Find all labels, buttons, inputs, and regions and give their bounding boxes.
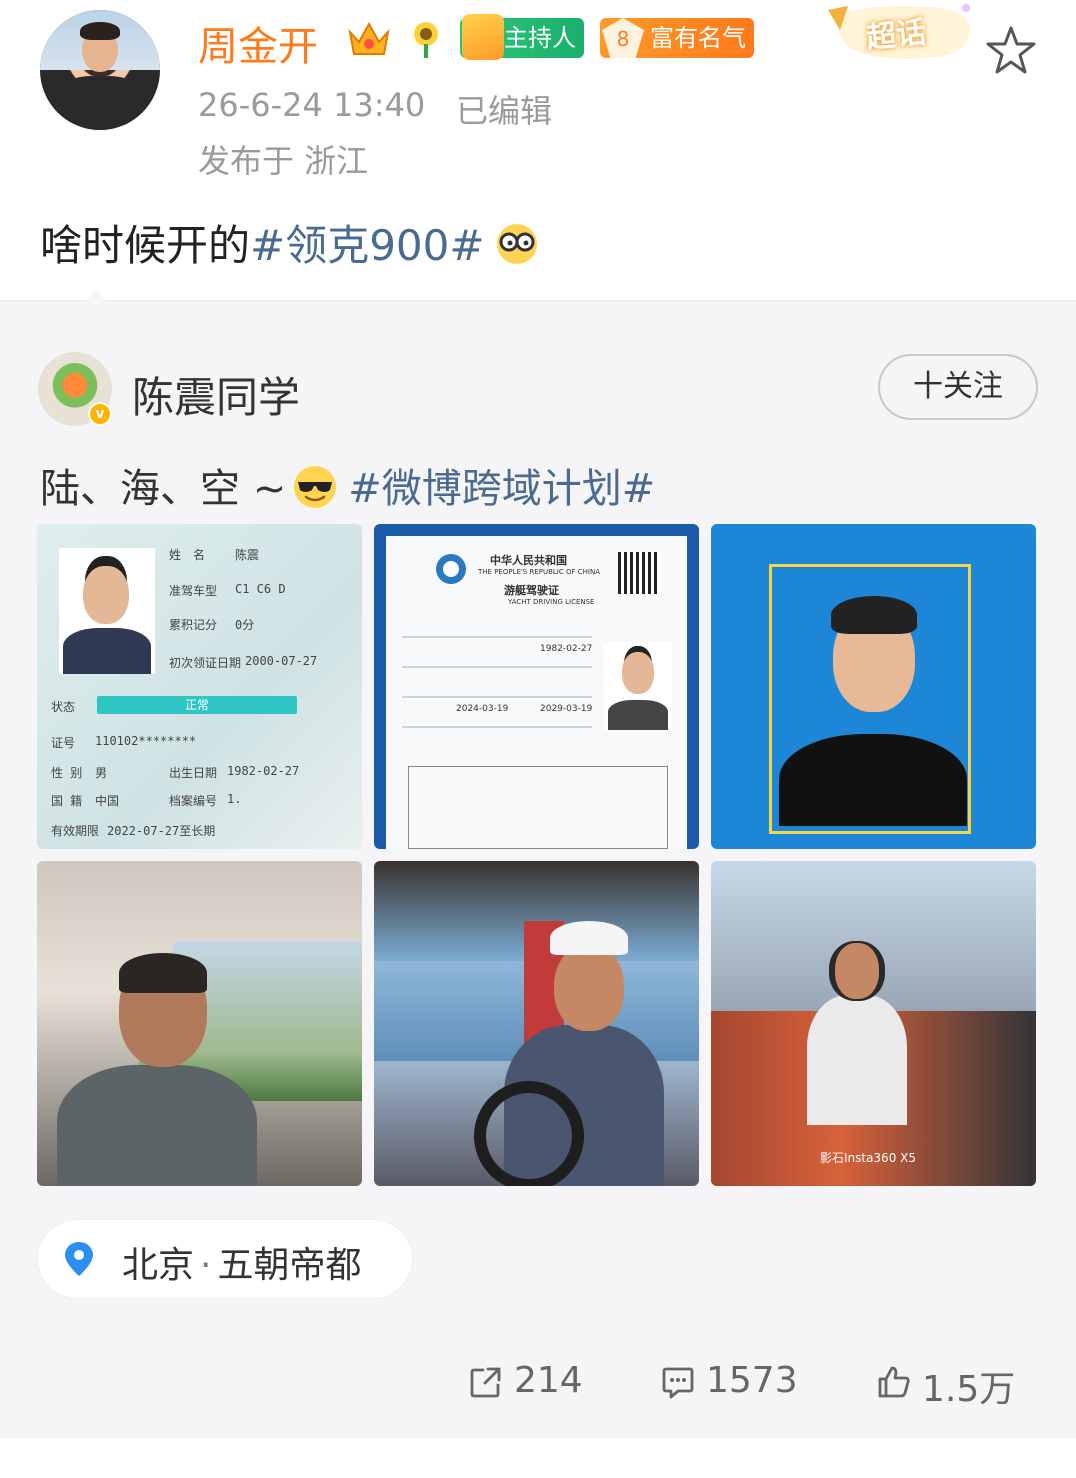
fame-badge-icon: 8 bbox=[602, 18, 644, 58]
fame-badge[interactable]: 8 富有名气 bbox=[600, 18, 754, 58]
repost-hashtag-link[interactable]: #微博跨域计划# bbox=[348, 466, 655, 512]
comment-button[interactable]: 1573 bbox=[660, 1360, 798, 1401]
comment-count: 1573 bbox=[706, 1360, 798, 1401]
host-badge-icon bbox=[462, 14, 504, 60]
location-city: 北京 bbox=[122, 1245, 195, 1286]
location-text[interactable]: 北京 · 五朝帝都 bbox=[122, 1236, 361, 1288]
follow-button[interactable]: 十关注 bbox=[878, 354, 1038, 420]
glasses-emoji-icon bbox=[496, 224, 537, 264]
super-topic-label[interactable]: 超话 bbox=[864, 7, 928, 57]
post-time: 26-6-24 13:40 bbox=[198, 86, 426, 124]
photo-flying-plane[interactable]: 影石Insta360 X5 bbox=[711, 861, 1036, 1186]
location-desc: 五朝帝都 bbox=[217, 1245, 362, 1286]
like-count: 1.5万 bbox=[922, 1369, 1016, 1410]
photo-driving-license[interactable]: 姓 名 陈震 准驾车型 C1 C6 D 累积记分 0分 初次领证日期 2000-… bbox=[37, 524, 362, 849]
photo-driving-car[interactable] bbox=[37, 861, 362, 1186]
repost-text: 陆、海、空 ~ #微博跨域计划# bbox=[40, 456, 655, 514]
like-icon bbox=[878, 1366, 910, 1398]
yacht-license-portrait bbox=[604, 642, 672, 730]
cool-emoji-icon bbox=[294, 466, 337, 508]
star-icon[interactable] bbox=[984, 24, 1038, 78]
camera-watermark: 影石Insta360 X5 bbox=[819, 1151, 916, 1165]
location-separator: · bbox=[200, 1245, 212, 1286]
verified-badge-icon: v bbox=[88, 402, 112, 426]
bottom-strip bbox=[0, 1438, 1076, 1478]
edited-label[interactable]: 已编辑 bbox=[456, 86, 552, 132]
license-status-bar: 正常 bbox=[97, 696, 297, 714]
author-avatar[interactable] bbox=[40, 10, 160, 130]
qr-code bbox=[618, 552, 660, 594]
repost-author-name[interactable]: 陈震同学 bbox=[132, 364, 300, 425]
repost-button[interactable]: 214 bbox=[468, 1360, 583, 1401]
repost-count: 214 bbox=[514, 1360, 583, 1401]
hashtag-link[interactable]: #领克900# bbox=[250, 221, 485, 270]
post-text-body: 啥时候开的 bbox=[40, 221, 251, 270]
emblem-icon bbox=[436, 554, 466, 584]
like-button[interactable]: 1.5万 bbox=[876, 1360, 1015, 1412]
post-text: 啥时候开的#领克900# bbox=[40, 212, 539, 273]
license-table bbox=[408, 766, 668, 849]
repost-notch bbox=[76, 290, 116, 312]
photo-steering-boat[interactable] bbox=[374, 861, 699, 1186]
repost-icon bbox=[470, 1367, 501, 1398]
post-location: 发布于 浙江 bbox=[198, 142, 369, 180]
host-badge[interactable]: 主持人 bbox=[460, 14, 584, 60]
crown-badge-icon[interactable] bbox=[346, 18, 392, 60]
author-name[interactable]: 周金开 bbox=[198, 14, 318, 72]
photo-id-portrait[interactable] bbox=[711, 524, 1036, 849]
comment-icon bbox=[662, 1367, 694, 1399]
location-pin-icon bbox=[65, 1242, 93, 1276]
license-portrait bbox=[59, 548, 155, 674]
repost-text-body: 陆、海、空 ~ bbox=[40, 466, 287, 512]
photo-yacht-license[interactable]: 中华人民共和国 THE PEOPLE'S REPUBLIC OF CHINA 游… bbox=[374, 524, 699, 849]
sunflower-badge-icon[interactable] bbox=[406, 18, 446, 60]
